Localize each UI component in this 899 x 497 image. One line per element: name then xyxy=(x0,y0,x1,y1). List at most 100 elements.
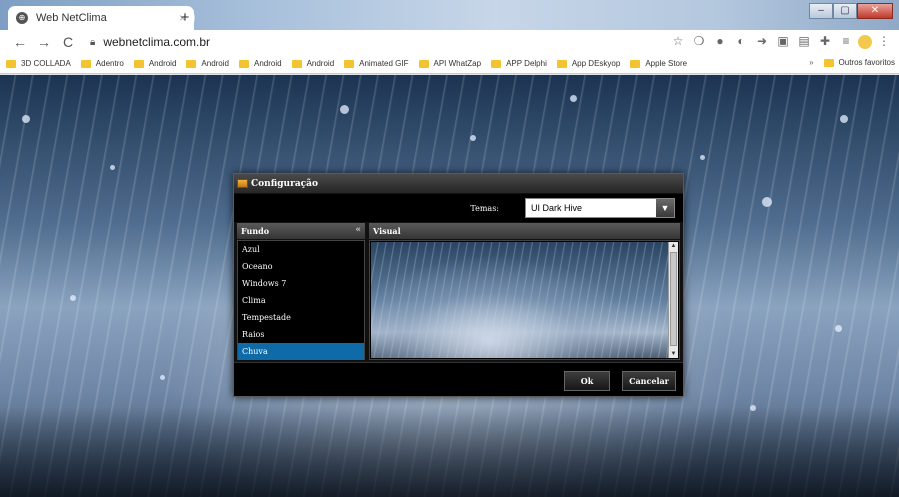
folder-icon xyxy=(418,59,429,68)
browser-tab-bar: ⊕ Web NetClima × + – ▢ ✕ xyxy=(0,0,899,30)
bookmark-label: Android xyxy=(253,59,282,68)
rain-drop xyxy=(470,135,476,141)
folder-icon xyxy=(630,59,641,68)
media-icon[interactable]: ≡ xyxy=(837,34,855,49)
window-controls: – ▢ ✕ xyxy=(809,3,893,19)
background-list-item[interactable]: Chuva xyxy=(238,343,364,360)
bookmark-label: APP Delphi xyxy=(506,59,547,68)
more-bookmarks-button[interactable]: » xyxy=(809,58,813,67)
chevron-down-icon[interactable]: ▼ xyxy=(656,199,674,217)
background-list-item[interactable]: Windows 7 xyxy=(238,275,364,292)
dialog-title: Configuração xyxy=(251,178,318,189)
bookmark-item[interactable]: Android xyxy=(133,59,177,68)
theme-select[interactable]: UI Dark Hive ▼ xyxy=(525,198,675,218)
bookmark-item[interactable]: Apple Store xyxy=(630,59,687,68)
folder-icon xyxy=(238,59,249,68)
url-text: webnetclima.com.br xyxy=(103,35,211,49)
rain-drop xyxy=(70,295,76,301)
visual-panel-header: Visual xyxy=(369,223,680,239)
background-list-item[interactable]: Oceano xyxy=(238,258,364,275)
reload-button[interactable]: C xyxy=(58,34,78,50)
extension-icon-3[interactable]: ◐ xyxy=(732,34,750,49)
themes-label: Temas: xyxy=(470,203,499,213)
bookmark-label: App DEskyop xyxy=(571,59,621,68)
rain-drop xyxy=(22,115,30,123)
maximize-button[interactable]: ▢ xyxy=(833,3,857,19)
bookmark-label: Android xyxy=(148,59,177,68)
extensions-puzzle-icon[interactable]: ✚ xyxy=(816,34,834,49)
bookmark-item[interactable]: Android xyxy=(291,59,335,68)
folder-icon xyxy=(491,59,502,68)
bookmark-item[interactable]: App DEskyop xyxy=(556,59,621,68)
bookmark-item[interactable]: Animated GIF xyxy=(344,59,409,68)
profile-avatar[interactable] xyxy=(858,35,872,49)
browser-toolbar: ← → C 🔒︎ webnetclima.com.br ☆ ❍ ● ◐ ➜ ▣ … xyxy=(0,30,899,54)
folder-icon xyxy=(344,59,355,68)
extension-icon-6[interactable]: ▤ xyxy=(795,34,813,49)
rain-drop xyxy=(160,375,165,380)
rain-drop xyxy=(762,197,772,207)
fundo-panel-header: Fundo « xyxy=(237,223,365,239)
rain-drop xyxy=(570,95,577,102)
dialog-title-bar[interactable]: Configuração xyxy=(234,174,683,193)
preview-image xyxy=(371,242,668,358)
rain-drop xyxy=(110,165,115,170)
dialog-footer: Ok Cancelar xyxy=(234,362,683,396)
folder-icon xyxy=(186,59,197,68)
background-list-item[interactable]: Azul xyxy=(238,241,364,258)
extension-icon-2[interactable]: ● xyxy=(711,34,729,49)
browser-tab[interactable]: ⊕ Web NetClima × xyxy=(8,6,194,30)
scroll-down-icon[interactable]: ▼ xyxy=(669,350,678,358)
rain-drop xyxy=(340,105,349,114)
rain-drop xyxy=(835,325,842,332)
bookmark-label: Adentro xyxy=(95,59,124,68)
background-list-item[interactable]: Raios xyxy=(238,326,364,343)
bookmark-label: API WhatZap xyxy=(433,59,482,68)
folder-icon xyxy=(6,59,16,68)
collapse-icon[interactable]: « xyxy=(355,225,361,235)
folder-icon xyxy=(133,59,144,68)
bookmarks-bar: 3D COLLADA Adentro Android Android Android An… xyxy=(0,54,899,74)
bookmark-label: Apple Store xyxy=(645,59,688,68)
theme-select-value: UI Dark Hive xyxy=(531,203,583,213)
background-list: Azul Oceano Windows 7 Clima Tempestade Raios C… xyxy=(237,240,365,360)
fundo-header-label: Fundo xyxy=(241,226,270,236)
bookmark-item[interactable]: 3D COLLADA xyxy=(6,59,71,68)
cancel-button[interactable]: Cancelar xyxy=(622,371,676,391)
tab-title: Web NetClima xyxy=(36,12,107,24)
bookmark-item[interactable]: Android xyxy=(238,59,282,68)
background-list-item[interactable]: Tempestade xyxy=(238,309,364,326)
close-window-button[interactable]: ✕ xyxy=(857,3,893,19)
preview-scrollbar[interactable]: ▲ ▼ xyxy=(668,242,678,358)
bookmark-item[interactable]: APP Delphi xyxy=(491,59,547,68)
bookmark-star-icon[interactable]: ☆ xyxy=(669,34,687,49)
bookmark-label: Android xyxy=(201,59,229,68)
configuration-dialog: Configuração Temas: UI Dark Hive ▼ Fundo… xyxy=(233,173,684,397)
ok-button[interactable]: Ok xyxy=(564,371,610,391)
back-button[interactable]: ← xyxy=(10,34,30,50)
extension-icon-1[interactable]: ❍ xyxy=(690,34,708,49)
other-bookmarks[interactable]: Outros favoritos xyxy=(839,58,895,67)
menu-icon[interactable]: ⋮ xyxy=(875,34,893,49)
scroll-up-icon[interactable]: ▲ xyxy=(669,242,678,250)
wet-ground xyxy=(0,407,899,497)
rain-drop xyxy=(700,155,705,160)
bookmark-item[interactable]: Android xyxy=(186,59,229,68)
extension-icon-5[interactable]: ▣ xyxy=(774,34,792,49)
app-icon xyxy=(237,179,248,188)
lock-icon: 🔒︎ xyxy=(90,36,96,48)
bookmark-item[interactable]: API WhatZap xyxy=(418,59,482,68)
background-list-item[interactable]: Clima xyxy=(238,292,364,309)
bookmark-item[interactable]: Adentro xyxy=(80,59,124,68)
visual-preview: ▲ ▼ xyxy=(369,240,680,360)
bookmark-label: 3D COLLADA xyxy=(21,59,71,68)
scroll-thumb[interactable] xyxy=(670,252,677,346)
bookmark-label: Android xyxy=(306,59,335,68)
visual-header-label: Visual xyxy=(373,226,401,236)
minimize-button[interactable]: – xyxy=(809,3,833,19)
extension-icon-4[interactable]: ➜ xyxy=(753,34,771,49)
forward-button[interactable]: → xyxy=(34,34,54,50)
new-tab-button[interactable]: + xyxy=(175,8,195,28)
address-bar[interactable]: 🔒︎ webnetclima.com.br xyxy=(90,35,210,49)
rain-drop xyxy=(840,115,848,123)
